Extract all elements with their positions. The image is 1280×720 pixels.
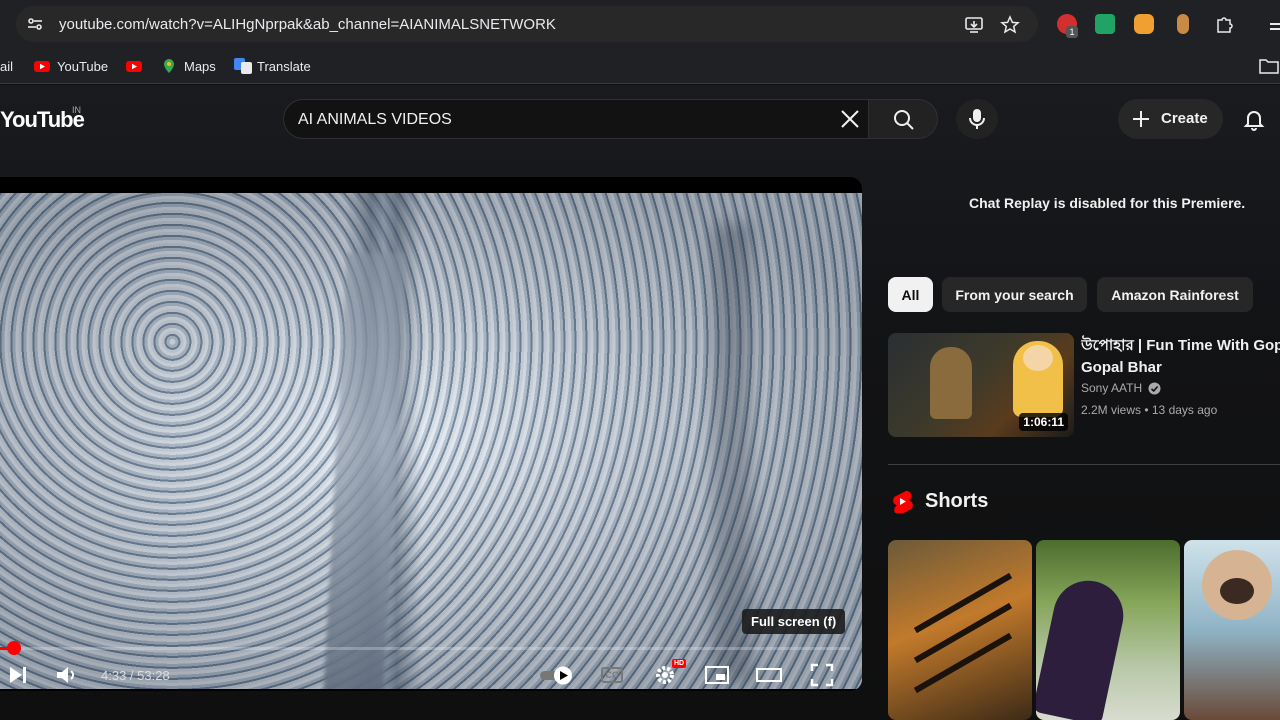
- bookmark-label: ail: [0, 58, 14, 74]
- chip-all[interactable]: All: [888, 277, 933, 312]
- progress-scrubber[interactable]: [7, 641, 21, 655]
- duration-badge: 1:06:11: [1019, 413, 1068, 431]
- video-frame[interactable]: [0, 193, 862, 689]
- hd-badge: HD: [672, 659, 687, 668]
- bookmark-star-icon[interactable]: [1000, 15, 1020, 35]
- thumbnail-figure: [930, 347, 972, 419]
- video-thumbnail[interactable]: 1:06:11: [888, 333, 1074, 437]
- fullscreen-icon[interactable]: [808, 661, 836, 689]
- thumbnail-figure: [1013, 341, 1063, 417]
- search-icon: [894, 110, 914, 130]
- video-player[interactable]: Full screen (f) 4:33 / 53:28 CC HD: [0, 177, 862, 691]
- microphone-icon: [969, 109, 985, 129]
- bookmark-gmail[interactable]: ail: [0, 57, 13, 75]
- bookmark-maps[interactable]: Maps: [161, 57, 216, 75]
- short-tiger[interactable]: [888, 540, 1032, 720]
- folder-icon[interactable]: [1259, 58, 1279, 74]
- section-divider: [888, 464, 1280, 465]
- video-title-line2: Gopal Bhar: [1081, 359, 1162, 376]
- notifications-bell-icon[interactable]: [1242, 107, 1266, 131]
- create-button[interactable]: Create: [1118, 99, 1223, 139]
- autoplay-toggle-icon[interactable]: [538, 661, 578, 689]
- plus-icon: [1133, 111, 1149, 127]
- close-icon[interactable]: [838, 107, 862, 131]
- translate-icon: [234, 58, 252, 74]
- search-query[interactable]: AI ANIMALS VIDEOS: [298, 111, 452, 129]
- miniplayer-icon[interactable]: [703, 661, 731, 689]
- browser-toolbar: youtube.com/watch?v=ALIHgNprpak&ab_chann…: [0, 0, 1280, 48]
- verified-check-icon: [1148, 382, 1161, 394]
- bookmark-youtube[interactable]: YouTube: [34, 57, 108, 75]
- video-title[interactable]: উপোহার | Fun Time With Gop Gopal Bhar: [1081, 335, 1280, 379]
- url-text[interactable]: youtube.com/watch?v=ALIHgNprpak&ab_chann…: [59, 16, 556, 33]
- youtube-page: YouTube IN AI ANIMALS VIDEOS Create Full…: [0, 85, 1280, 720]
- video-title-line1: উপোহার | Fun Time With Gop: [1081, 337, 1280, 354]
- channel-label: Sony AATH: [1081, 381, 1143, 395]
- country-code: IN: [72, 105, 81, 115]
- next-video-icon[interactable]: [4, 661, 32, 689]
- bookmarks-bar: ail YouTube Maps Translate: [0, 48, 1280, 84]
- video-meta: 2.2M views • 13 days ago: [1081, 403, 1218, 417]
- maps-icon: [161, 58, 177, 74]
- sheets-icon[interactable]: [1095, 14, 1115, 34]
- chip-amazon-rainforest[interactable]: Amazon Rainforest: [1097, 277, 1253, 312]
- adblock-count-badge: 1: [1066, 26, 1078, 38]
- bookmark-translate[interactable]: Translate: [234, 57, 311, 75]
- recommended-video[interactable]: 1:06:11 উপোহার | Fun Time With Gop Gopal…: [888, 333, 1280, 439]
- bookmark-label: Maps: [184, 58, 216, 74]
- address-bar[interactable]: youtube.com/watch?v=ALIHgNprpak&ab_chann…: [16, 6, 1038, 42]
- channel-name[interactable]: Sony AATH: [1081, 381, 1161, 395]
- progress-bar[interactable]: [0, 647, 850, 650]
- search-input[interactable]: AI ANIMALS VIDEOS: [283, 99, 868, 139]
- voice-search-button[interactable]: [956, 99, 998, 139]
- youtube-icon: [126, 58, 142, 74]
- menu-icon[interactable]: [1270, 23, 1280, 25]
- volume-icon[interactable]: [52, 661, 80, 689]
- shorts-logo-icon: [893, 490, 913, 513]
- search-button[interactable]: [868, 99, 938, 139]
- shorts-label: Shorts: [925, 489, 989, 512]
- create-label: Create: [1161, 110, 1208, 127]
- extension-icon[interactable]: [1177, 14, 1189, 34]
- youtube-icon: [34, 58, 50, 74]
- chat-replay-message: Chat Replay is disabled for this Premier…: [969, 195, 1246, 211]
- site-settings-icon[interactable]: [26, 15, 44, 33]
- time-display: 4:33 / 53:28: [101, 668, 170, 683]
- bookmark-youtube-2[interactable]: [126, 57, 142, 75]
- install-app-icon[interactable]: [964, 15, 984, 35]
- shorts-header: Shorts: [891, 489, 988, 513]
- captions-icon: CC: [601, 667, 623, 683]
- video-shade: [0, 193, 862, 689]
- captions-button[interactable]: CC: [598, 661, 626, 689]
- fullscreen-tooltip: Full screen (f): [742, 609, 846, 634]
- chip-from-your-search[interactable]: From your search: [942, 277, 1087, 312]
- theater-mode-icon[interactable]: [755, 661, 783, 689]
- short-pug[interactable]: [1184, 540, 1280, 720]
- puzzle-icon[interactable]: [1214, 14, 1234, 34]
- bookmark-label: YouTube: [57, 58, 109, 74]
- bookmark-label: Translate: [257, 58, 311, 74]
- short-bird[interactable]: [1036, 540, 1180, 720]
- honey-icon[interactable]: [1134, 14, 1154, 34]
